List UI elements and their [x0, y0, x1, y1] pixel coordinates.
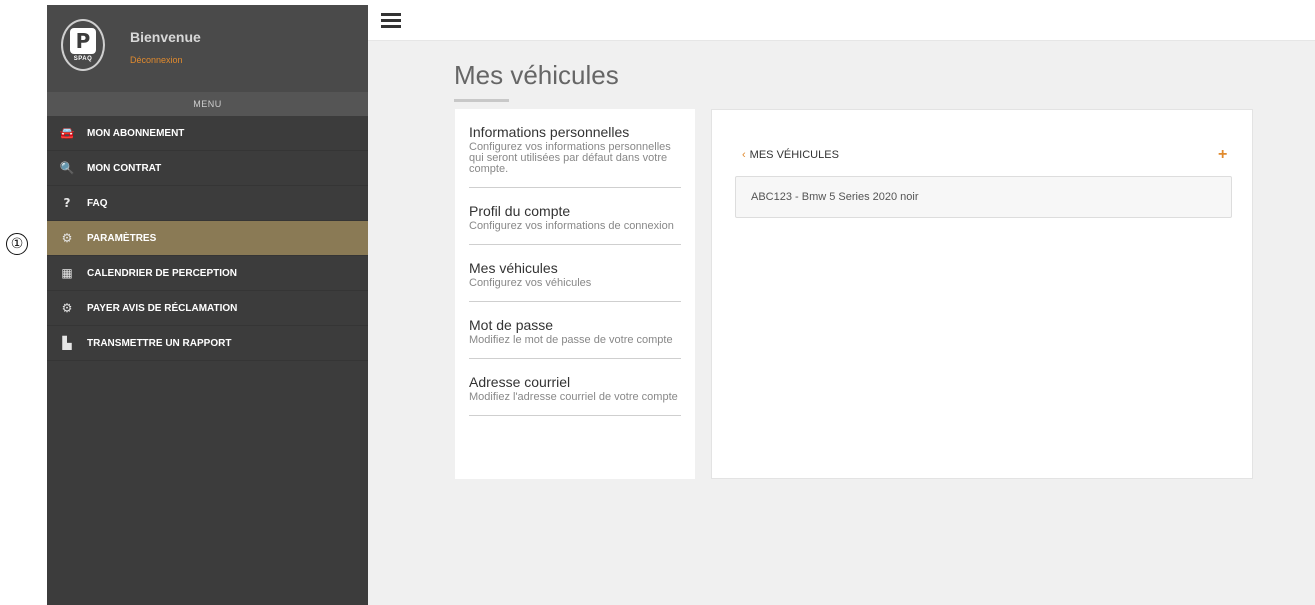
gear-icon: ⚙: [61, 231, 73, 245]
main-content: Mes véhicules Informations personnelles …: [368, 41, 1315, 605]
setting-title: Mes véhicules: [469, 260, 558, 276]
page-title: Mes véhicules: [454, 60, 619, 90]
setting-description: Configurez vos informations personnelles…: [469, 141, 671, 175]
top-bar: [368, 5, 1315, 41]
add-vehicle-button[interactable]: +: [1218, 146, 1227, 164]
sidebar-item-label: FAQ: [87, 197, 108, 209]
hamburger-menu-icon[interactable]: [381, 13, 401, 29]
setting-description: Modifiez le mot de passe de votre compte: [469, 334, 673, 346]
annotation-marker-1: ①: [6, 233, 28, 255]
calendar-icon: ▦: [61, 266, 73, 280]
sidebar-item-parametres[interactable]: ⚙ PARAMÈTRES: [47, 221, 368, 256]
sidebar-item-label: PARAMÈTRES: [87, 232, 157, 244]
title-underline: [454, 99, 509, 102]
setting-title: Profil du compte: [469, 203, 571, 219]
settings-menu: Informations personnelles Configurez vos…: [455, 109, 695, 479]
sidebar-header: P SPAQ Bienvenue Déconnexion: [47, 5, 368, 92]
vehicle-list-item[interactable]: ABC123 - Bmw 5 Series 2020 noir: [735, 176, 1232, 218]
setting-title: Adresse courriel: [469, 374, 571, 390]
sidebar-item-label: PAYER AVIS DE RÉCLAMATION: [87, 302, 238, 314]
sidebar-item-label: CALENDRIER DE PERCEPTION: [87, 267, 238, 279]
vehicles-panel: ‹ MES VÉHICULES + ABC123 - Bmw 5 Series 2…: [711, 109, 1253, 479]
setting-informations-personnelles[interactable]: Informations personnelles Configurez vos…: [469, 109, 681, 188]
car-icon: 🚘: [59, 126, 75, 140]
sidebar-item-label: MON CONTRAT: [87, 162, 162, 174]
vehicles-header[interactable]: ‹ MES VÉHICULES: [742, 149, 839, 161]
setting-mes-vehicules[interactable]: Mes véhicules Configurez vos véhicules: [469, 245, 681, 302]
vehicles-header-label: MES VÉHICULES: [749, 149, 839, 161]
sidebar-item-label: TRANSMETTRE UN RAPPORT: [87, 337, 232, 349]
question-icon: ?: [63, 196, 71, 210]
parking-p-icon: P: [70, 28, 96, 54]
menu-title: MENU: [47, 92, 368, 116]
setting-mot-de-passe[interactable]: Mot de passe Modifiez le mot de passe de…: [469, 302, 681, 359]
sidebar-item-calendrier[interactable]: ▦ CALENDRIER DE PERCEPTION: [47, 256, 368, 291]
sidebar-item-faq[interactable]: ? FAQ: [47, 186, 368, 221]
sidebar-item-mon-abonnement[interactable]: 🚘 MON ABONNEMENT: [47, 116, 368, 151]
welcome-text: Bienvenue: [130, 29, 201, 45]
spaq-logo: P SPAQ: [61, 19, 105, 71]
sidebar: P SPAQ Bienvenue Déconnexion MENU 🚘 MON …: [47, 5, 368, 605]
sidebar-item-transmettre[interactable]: ▙ TRANSMETTRE UN RAPPORT: [47, 326, 368, 361]
setting-adresse-courriel[interactable]: Adresse courriel Modifiez l'adresse cour…: [469, 359, 681, 416]
logout-link[interactable]: Déconnexion: [130, 55, 183, 65]
setting-title: Mot de passe: [469, 317, 554, 333]
sidebar-item-label: MON ABONNEMENT: [87, 127, 185, 139]
setting-description: Modifiez l'adresse courriel de votre com…: [469, 391, 678, 403]
gear-icon: ⚙: [61, 301, 73, 315]
setting-description: Configurez vos véhicules: [469, 277, 592, 289]
logo-text: SPAQ: [73, 56, 93, 62]
sidebar-item-mon-contrat[interactable]: 🔍 MON CONTRAT: [47, 151, 368, 186]
setting-profil-du-compte[interactable]: Profil du compte Configurez vos informat…: [469, 188, 681, 245]
setting-title: Informations personnelles: [469, 124, 630, 140]
search-icon: 🔍: [59, 161, 75, 175]
setting-description: Configurez vos informations de connexion: [469, 220, 674, 232]
chevron-left-icon[interactable]: ‹: [742, 149, 746, 161]
sidebar-item-payer-avis[interactable]: ⚙ PAYER AVIS DE RÉCLAMATION: [47, 291, 368, 326]
file-icon: ▙: [62, 336, 72, 350]
